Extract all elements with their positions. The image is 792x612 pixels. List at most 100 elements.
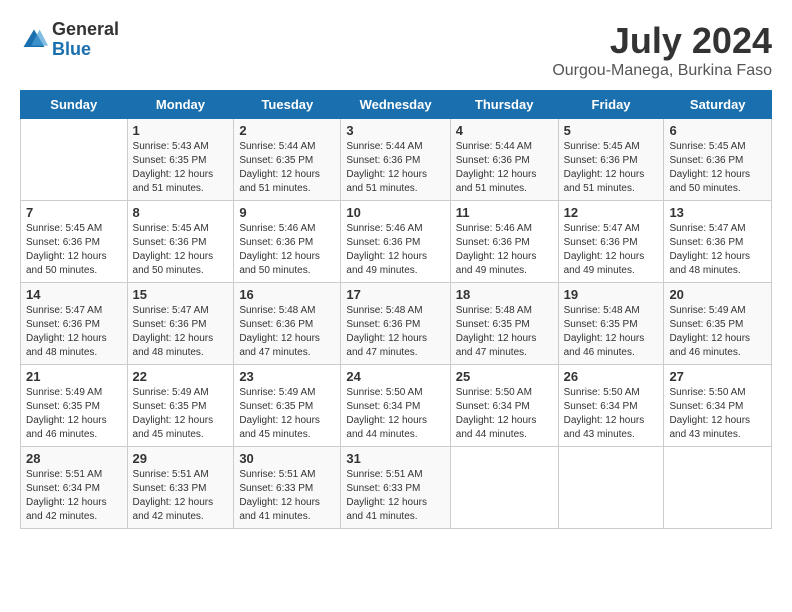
day-info: Sunrise: 5:50 AM Sunset: 6:34 PM Dayligh… xyxy=(346,386,444,442)
calendar-cell: 29 Sunrise: 5:51 AM Sunset: 6:33 PM Dayli… xyxy=(127,447,234,529)
day-number: 5 xyxy=(564,123,659,138)
logo-general-text: General xyxy=(52,20,119,40)
calendar-cell: 8Sunrise: 5:45 AM Sunset: 6:36 PM Daylig… xyxy=(127,201,234,283)
day-info: Sunrise: 5:49 AM Sunset: 6:35 PM Dayligh… xyxy=(239,386,335,442)
day-info: Sunrise: 5:46 AM Sunset: 6:36 PM Dayligh… xyxy=(346,222,444,278)
calendar-cell: 24 Sunrise: 5:50 AM Sunset: 6:34 PM Dayli… xyxy=(341,365,450,447)
day-info: Sunrise: 5:50 AM Sunset: 6:34 PM Dayligh… xyxy=(564,386,659,442)
calendar-header: SundayMondayTuesdayWednesdayThursdayFrid… xyxy=(21,91,772,119)
calendar-cell: 21 Sunrise: 5:49 AM Sunset: 6:35 PM Dayli… xyxy=(21,365,128,447)
day-info: Sunrise: 5:50 AM Sunset: 6:34 PM Dayligh… xyxy=(456,386,553,442)
calendar-cell: 4 Sunrise: 5:44 AM Sunset: 6:36 PM Daylig… xyxy=(450,119,558,201)
day-number: 24 xyxy=(346,369,444,384)
calendar-cell: 7 Sunrise: 5:45 AM Sunset: 6:36 PM Daylig… xyxy=(21,201,128,283)
calendar-cell: 28 Sunrise: 5:51 AM Sunset: 6:34 PM Dayli… xyxy=(21,447,128,529)
day-number: 25 xyxy=(456,369,553,384)
calendar-cell: 20 Sunrise: 5:49 AM Sunset: 6:35 PM Dayli… xyxy=(664,283,772,365)
calendar-cell: 10Sunrise: 5:46 AM Sunset: 6:36 PM Dayli… xyxy=(341,201,450,283)
day-number: 1 xyxy=(133,123,229,138)
month-title: July 2024 xyxy=(552,20,772,62)
calendar-cell: 22Sunrise: 5:49 AM Sunset: 6:35 PM Dayli… xyxy=(127,365,234,447)
day-info: Sunrise: 5:46 AM Sunset: 6:36 PM Dayligh… xyxy=(456,222,553,278)
day-info: Sunrise: 5:46 AM Sunset: 6:36 PM Dayligh… xyxy=(239,222,335,278)
day-info: Sunrise: 5:49 AM Sunset: 6:35 PM Dayligh… xyxy=(133,386,229,442)
day-info: Sunrise: 5:44 AM Sunset: 6:36 PM Dayligh… xyxy=(346,140,444,196)
day-info: Sunrise: 5:47 AM Sunset: 6:36 PM Dayligh… xyxy=(669,222,766,278)
calendar-cell: 13 Sunrise: 5:47 AM Sunset: 6:36 PM Dayli… xyxy=(664,201,772,283)
day-number: 11 xyxy=(456,205,553,220)
calendar-table: SundayMondayTuesdayWednesdayThursdayFrid… xyxy=(20,90,772,529)
day-number: 14 xyxy=(26,287,122,302)
day-info: Sunrise: 5:51 AM Sunset: 6:33 PM Dayligh… xyxy=(133,468,229,524)
day-number: 15 xyxy=(133,287,229,302)
logo-icon xyxy=(20,26,48,54)
calendar-cell: 31Sunrise: 5:51 AM Sunset: 6:33 PM Dayli… xyxy=(341,447,450,529)
logo-text: General Blue xyxy=(52,20,119,60)
calendar-cell xyxy=(664,447,772,529)
day-info: Sunrise: 5:45 AM Sunset: 6:36 PM Dayligh… xyxy=(133,222,229,278)
day-number: 13 xyxy=(669,205,766,220)
calendar-cell: 5 Sunrise: 5:45 AM Sunset: 6:36 PM Daylig… xyxy=(558,119,664,201)
location-title: Ourgou-Manega, Burkina Faso xyxy=(552,62,772,80)
calendar-body: 1 Sunrise: 5:43 AM Sunset: 6:35 PM Daylig… xyxy=(21,119,772,529)
day-number: 7 xyxy=(26,205,122,220)
calendar-cell xyxy=(558,447,664,529)
calendar-cell: 18 Sunrise: 5:48 AM Sunset: 6:35 PM Dayli… xyxy=(450,283,558,365)
day-info: Sunrise: 5:48 AM Sunset: 6:36 PM Dayligh… xyxy=(346,304,444,360)
day-number: 26 xyxy=(564,369,659,384)
day-info: Sunrise: 5:47 AM Sunset: 6:36 PM Dayligh… xyxy=(133,304,229,360)
day-info: Sunrise: 5:50 AM Sunset: 6:34 PM Dayligh… xyxy=(669,386,766,442)
day-info: Sunrise: 5:44 AM Sunset: 6:36 PM Dayligh… xyxy=(456,140,553,196)
calendar-cell: 15 Sunrise: 5:47 AM Sunset: 6:36 PM Dayli… xyxy=(127,283,234,365)
calendar-week-4: 21 Sunrise: 5:49 AM Sunset: 6:35 PM Dayli… xyxy=(21,365,772,447)
day-number: 31 xyxy=(346,451,444,466)
day-number: 3 xyxy=(346,123,444,138)
day-number: 20 xyxy=(669,287,766,302)
header-cell-tuesday: Tuesday xyxy=(234,91,341,119)
day-info: Sunrise: 5:49 AM Sunset: 6:35 PM Dayligh… xyxy=(26,386,122,442)
logo: General Blue xyxy=(20,20,119,60)
day-info: Sunrise: 5:48 AM Sunset: 6:35 PM Dayligh… xyxy=(456,304,553,360)
day-number: 9 xyxy=(239,205,335,220)
day-number: 17 xyxy=(346,287,444,302)
day-number: 23 xyxy=(239,369,335,384)
calendar-cell: 9 Sunrise: 5:46 AM Sunset: 6:36 PM Daylig… xyxy=(234,201,341,283)
header-cell-sunday: Sunday xyxy=(21,91,128,119)
day-number: 28 xyxy=(26,451,122,466)
calendar-cell: 30Sunrise: 5:51 AM Sunset: 6:33 PM Dayli… xyxy=(234,447,341,529)
calendar-cell: 27 Sunrise: 5:50 AM Sunset: 6:34 PM Dayli… xyxy=(664,365,772,447)
header-cell-monday: Monday xyxy=(127,91,234,119)
day-info: Sunrise: 5:51 AM Sunset: 6:34 PM Dayligh… xyxy=(26,468,122,524)
day-number: 21 xyxy=(26,369,122,384)
calendar-cell: 11 Sunrise: 5:46 AM Sunset: 6:36 PM Dayli… xyxy=(450,201,558,283)
day-info: Sunrise: 5:47 AM Sunset: 6:36 PM Dayligh… xyxy=(564,222,659,278)
header-row: SundayMondayTuesdayWednesdayThursdayFrid… xyxy=(21,91,772,119)
day-number: 18 xyxy=(456,287,553,302)
day-info: Sunrise: 5:49 AM Sunset: 6:35 PM Dayligh… xyxy=(669,304,766,360)
calendar-week-5: 28 Sunrise: 5:51 AM Sunset: 6:34 PM Dayli… xyxy=(21,447,772,529)
day-number: 29 xyxy=(133,451,229,466)
day-info: Sunrise: 5:48 AM Sunset: 6:35 PM Dayligh… xyxy=(564,304,659,360)
day-number: 4 xyxy=(456,123,553,138)
page-header: General Blue July 2024 Ourgou-Manega, Bu… xyxy=(20,20,772,80)
day-info: Sunrise: 5:51 AM Sunset: 6:33 PM Dayligh… xyxy=(239,468,335,524)
calendar-cell: 14 Sunrise: 5:47 AM Sunset: 6:36 PM Dayli… xyxy=(21,283,128,365)
day-info: Sunrise: 5:47 AM Sunset: 6:36 PM Dayligh… xyxy=(26,304,122,360)
calendar-cell: 12 Sunrise: 5:47 AM Sunset: 6:36 PM Dayli… xyxy=(558,201,664,283)
calendar-cell: 6Sunrise: 5:45 AM Sunset: 6:36 PM Daylig… xyxy=(664,119,772,201)
day-info: Sunrise: 5:43 AM Sunset: 6:35 PM Dayligh… xyxy=(133,140,229,196)
calendar-cell: 3 Sunrise: 5:44 AM Sunset: 6:36 PM Daylig… xyxy=(341,119,450,201)
day-info: Sunrise: 5:48 AM Sunset: 6:36 PM Dayligh… xyxy=(239,304,335,360)
header-cell-wednesday: Wednesday xyxy=(341,91,450,119)
title-block: July 2024 Ourgou-Manega, Burkina Faso xyxy=(552,20,772,80)
day-number: 12 xyxy=(564,205,659,220)
day-number: 27 xyxy=(669,369,766,384)
calendar-cell xyxy=(450,447,558,529)
day-info: Sunrise: 5:45 AM Sunset: 6:36 PM Dayligh… xyxy=(26,222,122,278)
day-info: Sunrise: 5:45 AM Sunset: 6:36 PM Dayligh… xyxy=(564,140,659,196)
calendar-week-2: 7 Sunrise: 5:45 AM Sunset: 6:36 PM Daylig… xyxy=(21,201,772,283)
day-number: 2 xyxy=(239,123,335,138)
day-info: Sunrise: 5:45 AM Sunset: 6:36 PM Dayligh… xyxy=(669,140,766,196)
calendar-cell: 19Sunrise: 5:48 AM Sunset: 6:35 PM Dayli… xyxy=(558,283,664,365)
calendar-cell: 2Sunrise: 5:44 AM Sunset: 6:35 PM Daylig… xyxy=(234,119,341,201)
